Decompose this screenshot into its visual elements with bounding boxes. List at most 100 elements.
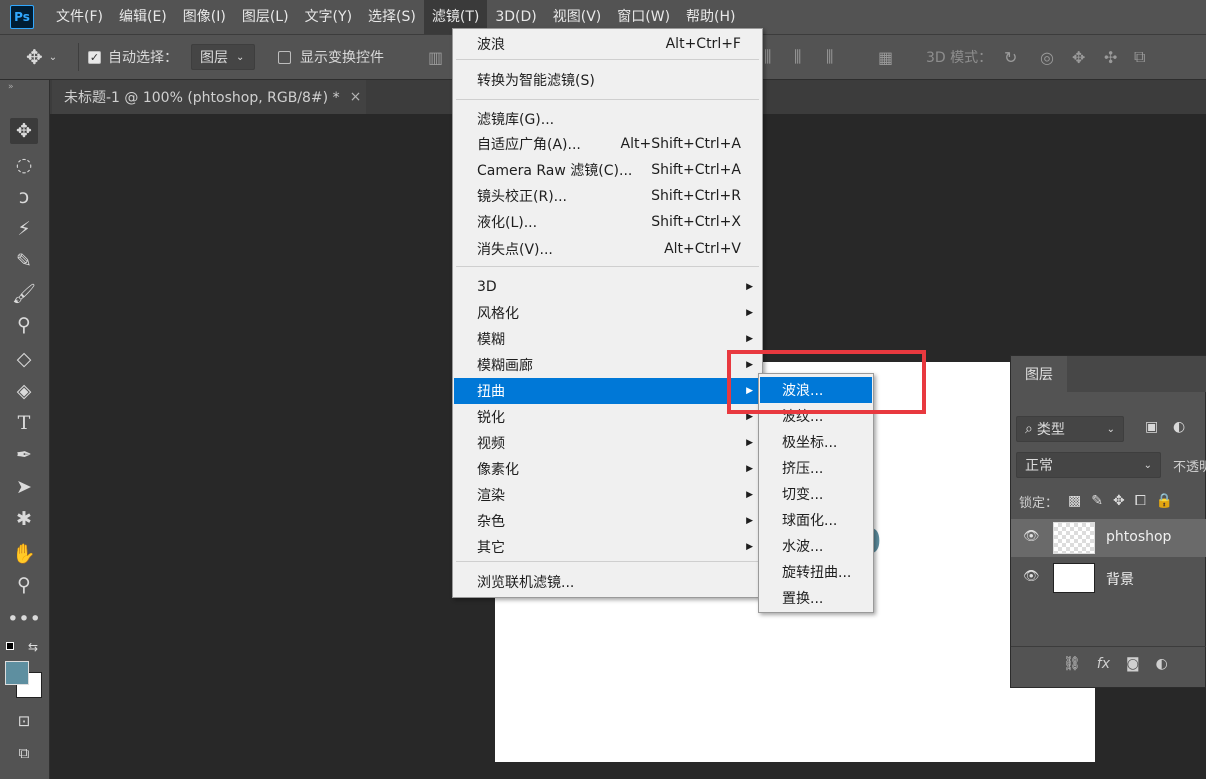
filter-menu-item[interactable]: 锐化 ▶ xyxy=(454,404,761,430)
filter-menu-item[interactable]: Camera Raw 滤镜(C)... Shift+Ctrl+A xyxy=(454,157,761,183)
brush-tool-icon[interactable]: 🖌 xyxy=(10,280,38,306)
hand-tool-icon[interactable]: ✋ xyxy=(10,540,38,566)
menu-item[interactable]: 图像(I) xyxy=(175,0,234,34)
filter-menu-item[interactable]: 自适应广角(A)... Alt+Shift+Ctrl+A xyxy=(454,131,761,157)
clone-stamp-tool-icon[interactable]: ⚲ xyxy=(10,312,38,338)
distort-submenu-item[interactable]: 切变... xyxy=(760,481,872,507)
menu-item-label: 扭曲 xyxy=(477,384,505,400)
orbit-3d-icon[interactable]: ↻ xyxy=(1004,35,1017,79)
blend-mode-select[interactable]: 正常 ⌄ xyxy=(1016,452,1161,478)
path-selection-tool-icon[interactable]: ➤ xyxy=(10,474,38,500)
filter-menu-item[interactable]: 渲染 ▶ xyxy=(454,482,761,508)
auto-select-checkbox[interactable]: ✓ xyxy=(88,35,101,79)
menu-item-shortcut: Alt+Shift+Ctrl+A xyxy=(620,136,741,152)
filter-menu-item[interactable]: 镜头校正(R)... Shift+Ctrl+R xyxy=(454,183,761,209)
layer-row[interactable]: 👁 phtoshop xyxy=(1011,519,1206,557)
slide-3d-icon[interactable]: ✣ xyxy=(1104,35,1117,79)
distribute-center-icon[interactable]: ⫼ xyxy=(794,35,801,79)
menu-item[interactable]: 文件(F) xyxy=(48,0,111,34)
distort-submenu-item[interactable]: 置换... xyxy=(760,585,872,611)
filter-menu-item[interactable]: 3D ▶ xyxy=(454,274,761,300)
submenu-item-label: 球面化... xyxy=(782,513,838,529)
filter-menu-item[interactable]: 扭曲 ▶ xyxy=(454,378,761,404)
filter-menu-item[interactable]: 滤镜库(G)... xyxy=(454,106,761,132)
more-tools-icon[interactable]: ••• xyxy=(7,606,41,632)
menu-item[interactable]: 文字(Y) xyxy=(297,0,360,34)
menu-item-label: 模糊画廊 xyxy=(477,358,533,374)
eraser-tool-icon[interactable]: ◇ xyxy=(10,346,38,372)
filter-menu-item[interactable]: 消失点(V)... Alt+Ctrl+V xyxy=(454,236,761,262)
scale-3d-icon[interactable]: ⧉ xyxy=(1134,35,1145,79)
zoom-tool-icon[interactable]: ⚲ xyxy=(10,572,38,598)
eye-visibility-icon[interactable]: 👁 xyxy=(1023,569,1040,584)
filter-menu-item[interactable]: 波浪 Alt+Ctrl+F xyxy=(454,31,761,57)
link-layers-icon[interactable]: ⛓ xyxy=(1063,656,1081,672)
submenu-arrow-icon: ▶ xyxy=(746,308,753,318)
pen-tool-icon[interactable]: ✒ xyxy=(10,442,38,468)
screen-mode-icon[interactable]: ⧉ xyxy=(10,740,38,766)
menu-item-label: 其它 xyxy=(477,540,505,556)
distort-submenu-item[interactable]: 挤压... xyxy=(760,455,872,481)
eye-visibility-icon[interactable]: 👁 xyxy=(1023,529,1040,544)
paint-bucket-tool-icon[interactable]: ◈ xyxy=(10,378,38,404)
align-top-icon[interactable]: ▥ xyxy=(428,35,443,79)
filter-menu-item[interactable]: 模糊 ▶ xyxy=(454,326,761,352)
lock-position-icon[interactable]: ✥ xyxy=(1113,493,1125,509)
filter-menu-item[interactable]: 模糊画廊 ▶ xyxy=(454,352,761,378)
new-adjustment-icon[interactable]: ◐ xyxy=(1156,656,1168,672)
lock-transparency-icon[interactable]: ▩ xyxy=(1068,493,1081,509)
filter-menu-item[interactable]: 像素化 ▶ xyxy=(454,456,761,482)
eyedropper-tool-icon[interactable]: ✎ xyxy=(10,248,38,274)
document-tab[interactable]: 未标题-1 @ 100% (phtoshop, RGB/8#) * × xyxy=(52,80,366,114)
add-mask-icon[interactable]: ◙ xyxy=(1126,656,1140,672)
close-tab-icon[interactable]: × xyxy=(350,89,362,105)
lock-all-icon[interactable]: 🔒 xyxy=(1156,493,1173,509)
quick-mask-icon[interactable]: ⊡ xyxy=(10,708,38,734)
custom-shape-tool-icon[interactable]: ✱ xyxy=(10,506,38,532)
filter-menu-item[interactable]: 风格化 ▶ xyxy=(454,300,761,326)
submenu-arrow-icon: ▶ xyxy=(746,516,753,526)
type-tool-icon[interactable]: T xyxy=(10,410,38,436)
distort-submenu-item[interactable]: 水波... xyxy=(760,533,872,559)
lasso-tool-icon[interactable]: ↄ xyxy=(10,184,38,210)
tools-panel: » ✥ ◌ ↄ ⚡ ✎ 🖌 ⚲ ◇ ◈ T ✒ ➤ ✱ ✋ ⚲ ••• ⇆ ⊡ … xyxy=(0,80,50,779)
distort-submenu-item[interactable]: 球面化... xyxy=(760,507,872,533)
move-tool-preset-icon[interactable]: ✥ ⌄ xyxy=(26,35,57,79)
distort-submenu-item[interactable]: 极坐标... xyxy=(760,429,872,455)
filter-menu-item[interactable]: 其它 ▶ xyxy=(454,534,761,560)
menu-item[interactable]: 选择(S) xyxy=(360,0,424,34)
show-transform-label: 显示变换控件 xyxy=(300,50,384,66)
menu-item[interactable]: 编辑(E) xyxy=(111,0,175,34)
roll-3d-icon[interactable]: ◎ xyxy=(1040,35,1054,79)
filter-menu-item[interactable]: 液化(L)... Shift+Ctrl+X xyxy=(454,209,761,235)
image-filter-icon[interactable]: ▣ xyxy=(1145,419,1158,435)
distribute-bottom-icon[interactable]: ⫼ xyxy=(826,35,833,79)
fx-icon[interactable]: fx xyxy=(1097,656,1110,672)
default-colors-icon[interactable] xyxy=(6,642,16,652)
distort-submenu-item[interactable]: 旋转扭曲... xyxy=(760,559,872,585)
move-tool-icon[interactable]: ✥ xyxy=(10,118,38,144)
mode-3d-label: 3D 模式： xyxy=(926,50,993,66)
lock-artboard-icon[interactable]: ⧠ xyxy=(1135,493,1146,509)
distribute-icon[interactable]: ⫼ xyxy=(764,35,771,79)
filter-menu-item[interactable]: 转换为智能滤镜(S) xyxy=(454,67,761,93)
auto-select-target-select[interactable]: 图层 ⌄ xyxy=(191,44,255,70)
menu-item-label: 锐化 xyxy=(477,410,505,426)
magic-wand-tool-icon[interactable]: ⚡ xyxy=(10,216,38,242)
pan-3d-icon[interactable]: ✥ xyxy=(1072,35,1085,79)
layers-tab[interactable]: 图层 xyxy=(1011,356,1067,392)
marquee-tool-icon[interactable]: ◌ xyxy=(10,152,38,178)
swap-colors-icon[interactable]: ⇆ xyxy=(28,640,38,654)
collapse-panel-icon[interactable]: » xyxy=(8,82,14,92)
filter-menu-item[interactable]: 杂色 ▶ xyxy=(454,508,761,534)
filter-menu-item[interactable]: 视频 ▶ xyxy=(454,430,761,456)
lock-pixels-icon[interactable]: ✎ xyxy=(1091,493,1103,509)
show-transform-checkbox[interactable] xyxy=(278,35,291,79)
layer-filter-select[interactable]: ⌕ 类型 ⌄ xyxy=(1016,416,1124,442)
layer-row[interactable]: 👁 背景 xyxy=(1011,559,1206,597)
filter-menu-item[interactable]: 浏览联机滤镜... xyxy=(454,569,761,595)
distribute-spacing-icon[interactable]: ▦ xyxy=(878,35,893,79)
menu-item[interactable]: 图层(L) xyxy=(234,0,297,34)
foreground-color-swatch[interactable] xyxy=(5,661,29,685)
adjustment-filter-icon[interactable]: ◐ xyxy=(1173,419,1185,435)
